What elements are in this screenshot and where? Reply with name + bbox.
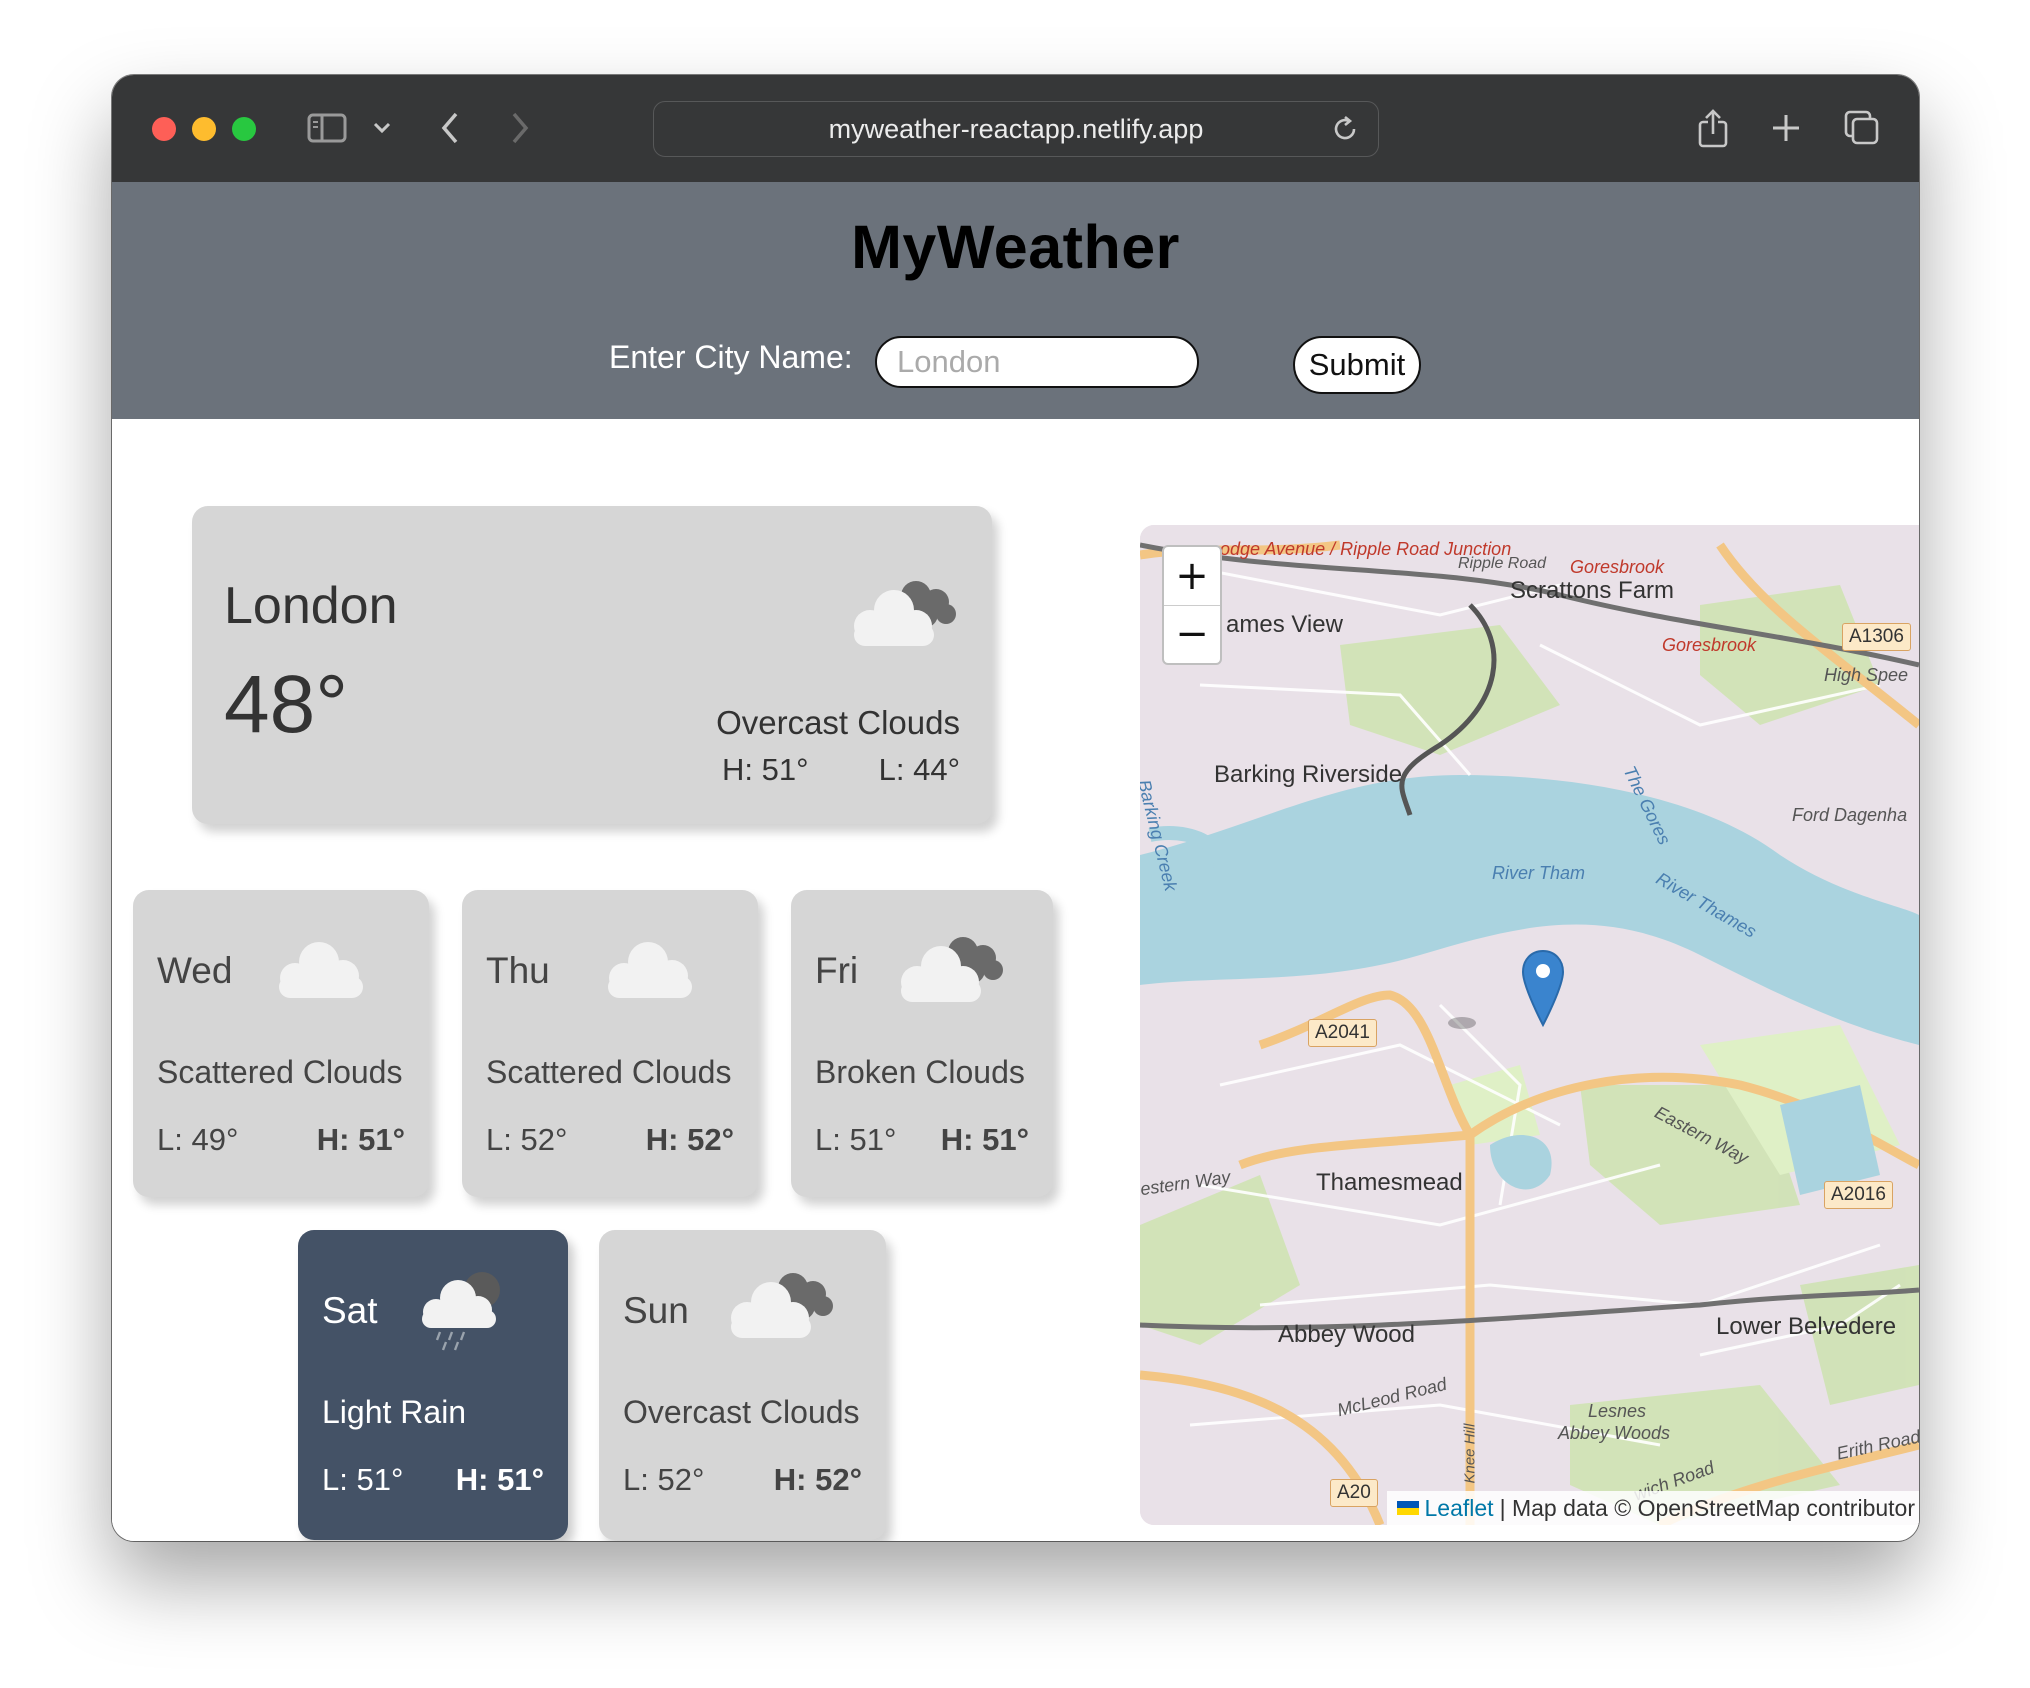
broken-clouds-icon: [891, 932, 1005, 1013]
current-low: L: 44°: [878, 752, 960, 787]
scattered-clouds-icon: [600, 932, 700, 1007]
forecast-high: H: 52°: [773, 1462, 862, 1497]
map-label: Abbey Wood: [1278, 1321, 1415, 1348]
map-label: Abbey Woods: [1558, 1423, 1671, 1443]
forecast-low: L: 52°: [486, 1122, 568, 1157]
forecast-low: L: 51°: [322, 1462, 404, 1497]
current-city: London: [224, 577, 398, 635]
map-label: Thamesmead: [1316, 1169, 1463, 1196]
map-label: Goresbrook: [1662, 635, 1757, 655]
forecast-day: Thu: [486, 950, 550, 991]
road-tag: A20: [1330, 1479, 1378, 1507]
forecast-high: H: 52°: [645, 1122, 734, 1157]
scattered-clouds-icon: [271, 932, 371, 1007]
app-header: MyWeather Enter City Name: Submit: [112, 182, 1919, 419]
city-name-label: Enter City Name:: [609, 339, 853, 375]
share-icon[interactable]: [1690, 105, 1736, 151]
address-bar[interactable]: myweather-reactapp.netlify.app: [653, 101, 1379, 157]
forecast-description: Overcast Clouds: [623, 1394, 860, 1430]
forecast-low: L: 51°: [815, 1122, 897, 1157]
forecast-card[interactable]: Sun Overcast Clouds L: 52° H: 52°: [599, 1230, 886, 1540]
forecast-description: Scattered Clouds: [157, 1054, 403, 1090]
browser-titlebar: myweather-reactapp.netlify.app: [112, 75, 1919, 183]
forecast-description: Light Rain: [322, 1394, 467, 1430]
location-map[interactable]: odge Avenue / Ripple Road Junction Rippl…: [1140, 525, 1919, 1525]
map-label: Lower Belvedere: [1716, 1313, 1897, 1340]
current-temperature: 48°: [224, 659, 349, 750]
forecast-high: H: 51°: [455, 1462, 544, 1497]
close-window-button[interactable]: [152, 117, 176, 141]
forecast-day: Wed: [157, 950, 233, 991]
forecast-card[interactable]: Fri Broken Clouds L: 51° H: 51°: [791, 890, 1053, 1197]
map-label: Goresbrook: [1570, 557, 1665, 577]
road-tag: A2041: [1308, 1019, 1377, 1047]
tabs-overview-icon[interactable]: [1839, 105, 1885, 151]
forecast-card-selected[interactable]: Sat Light Rain L: 51° H: 51°: [298, 1230, 568, 1540]
forecast-card[interactable]: Thu Scattered Clouds L: 52° H: 52°: [462, 890, 758, 1197]
browser-window: myweather-reactapp.netlify.app MyWeather…: [112, 75, 1919, 1541]
minimize-window-button[interactable]: [192, 117, 216, 141]
ukraine-flag-icon: [1396, 1501, 1419, 1515]
forecast-day: Fri: [815, 950, 859, 991]
forecast-low: L: 49°: [157, 1122, 239, 1157]
sidebar-toggle-icon[interactable]: [304, 105, 350, 151]
forecast-low: L: 52°: [623, 1462, 705, 1497]
forecast-high: H: 51°: [940, 1122, 1029, 1157]
map-attribution: Leaflet | Map data © OpenStreetMap contr…: [1386, 1491, 1919, 1525]
forecast-high: H: 51°: [316, 1122, 405, 1157]
location-marker-icon[interactable]: [1520, 949, 1566, 1034]
url-text: myweather-reactapp.netlify.app: [828, 113, 1204, 144]
map-label: Knee Hill: [1461, 1423, 1479, 1484]
chevron-down-icon[interactable]: [359, 105, 405, 151]
current-weather-card: London 48° Overcast Clouds H: 51° L: 44°: [192, 506, 992, 824]
forecast-day: Sun: [623, 1290, 689, 1331]
new-tab-icon[interactable]: [1763, 105, 1809, 151]
map-label: ames View: [1226, 611, 1343, 638]
forecast-description: Scattered Clouds: [486, 1054, 732, 1090]
map-label: Ford Dagenha: [1792, 805, 1908, 825]
overcast-clouds-icon: [844, 576, 958, 657]
map-label: Ripple Road: [1458, 555, 1547, 572]
map-label: Scrattons Farm: [1510, 577, 1675, 604]
leaflet-link[interactable]: Leaflet: [1425, 1495, 1494, 1522]
forecast-card[interactable]: Wed Scattered Clouds L: 49° H: 51°: [133, 890, 429, 1197]
road-tag: A1306: [1842, 623, 1911, 651]
forecast-description: Broken Clouds: [815, 1054, 1025, 1090]
current-description: Overcast Clouds: [716, 704, 960, 741]
zoom-in-button[interactable]: +: [1164, 547, 1220, 606]
map-zoom-control: + −: [1162, 545, 1222, 665]
main-content: London 48° Overcast Clouds H: 51° L: 44°…: [112, 419, 1919, 1541]
current-high: H: 51°: [722, 752, 809, 787]
back-icon[interactable]: [427, 105, 473, 151]
zoom-out-button[interactable]: −: [1164, 605, 1220, 663]
forecast-day: Sat: [322, 1290, 378, 1331]
map-label: River Tham: [1492, 863, 1586, 883]
forward-icon[interactable]: [497, 105, 543, 151]
app-title: MyWeather: [851, 213, 1180, 281]
light-rain-icon: [416, 1268, 510, 1357]
overcast-clouds-icon: [721, 1268, 835, 1349]
reload-icon[interactable]: [1330, 114, 1360, 149]
road-tag: A2016: [1824, 1181, 1893, 1209]
attribution-text: | Map data © OpenStreetMap contributor: [1499, 1494, 1915, 1521]
city-name-input[interactable]: [875, 336, 1199, 388]
map-label: Barking Riverside: [1214, 761, 1403, 788]
map-label: Lesnes: [1588, 1401, 1647, 1421]
maximize-window-button[interactable]: [232, 117, 256, 141]
map-label: High Spee: [1824, 665, 1909, 685]
submit-button[interactable]: Submit: [1293, 336, 1421, 394]
